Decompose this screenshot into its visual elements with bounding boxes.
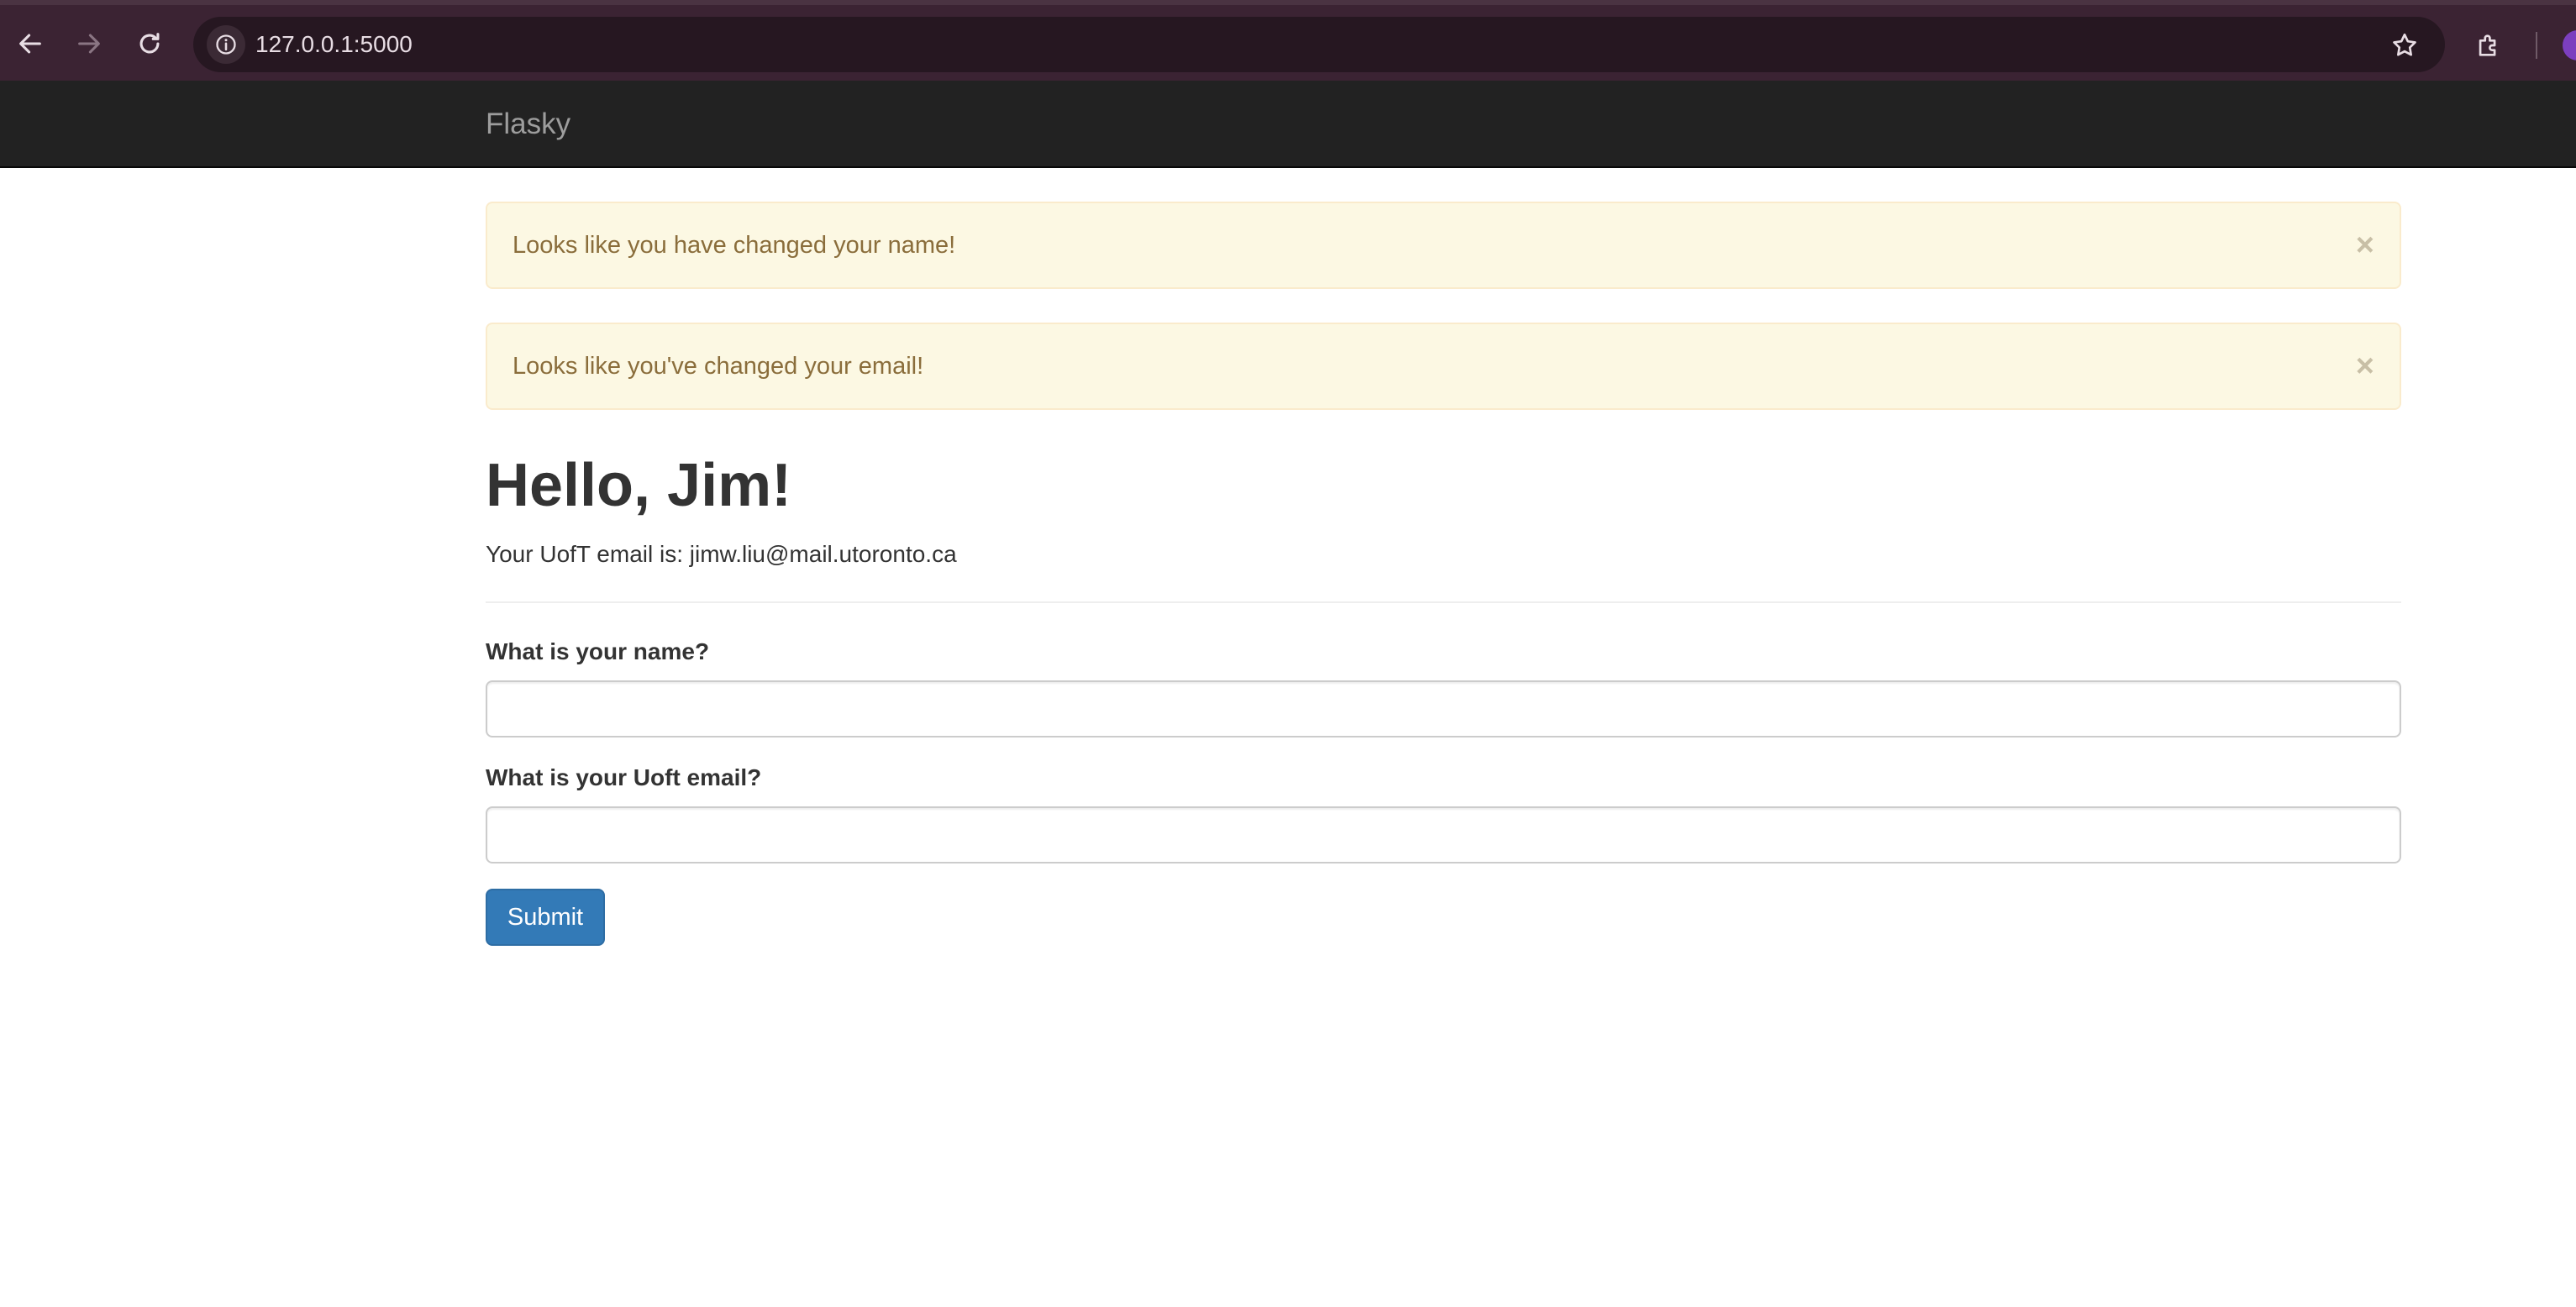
close-icon[interactable]: × <box>2356 203 2374 287</box>
forward-button[interactable] <box>69 24 109 64</box>
toolbar-divider <box>2536 32 2537 59</box>
submit-button[interactable]: Submit <box>486 889 605 946</box>
alert-message: Looks like you have changed your name! <box>513 232 956 259</box>
name-form-group: What is your name? <box>486 637 2401 737</box>
email-input[interactable] <box>486 806 2401 863</box>
arrow-left-icon <box>19 34 41 54</box>
back-button[interactable] <box>10 24 50 64</box>
email-label: What is your Uoft email? <box>486 764 762 790</box>
name-input[interactable] <box>486 680 2401 737</box>
email-display: Your UofT email is: jimw.liu@mail.utoron… <box>486 541 957 567</box>
navbar-brand[interactable]: Flasky <box>486 81 570 168</box>
name-label: What is your name? <box>486 638 710 664</box>
address-bar[interactable]: 127.0.0.1:5000 <box>193 17 2445 72</box>
reload-icon <box>139 33 160 54</box>
star-icon <box>2393 33 2416 56</box>
page-header: Hello, Jim! Your UofT email is: jimw.liu… <box>486 444 2401 603</box>
alert-warning: Looks like you've changed your email! × <box>486 323 2401 410</box>
url-text[interactable]: 127.0.0.1:5000 <box>255 17 413 72</box>
browser-toolbar: 127.0.0.1:5000 <box>0 0 2576 81</box>
email-form-group: What is your Uoft email? <box>486 763 2401 863</box>
alert-message: Looks like you've changed your email! <box>513 353 924 380</box>
bookmark-button[interactable] <box>2386 27 2423 64</box>
extensions-button[interactable] <box>2470 27 2507 64</box>
arrow-right-icon <box>78 34 100 54</box>
puzzle-icon <box>2479 34 2496 56</box>
site-info-button[interactable] <box>207 25 245 64</box>
reload-button[interactable] <box>129 24 170 64</box>
alert-warning: Looks like you have changed your name! × <box>486 202 2401 289</box>
navbar: Flasky <box>0 81 2576 168</box>
profile-avatar[interactable] <box>2563 30 2576 60</box>
info-icon <box>216 34 236 55</box>
close-icon[interactable]: × <box>2356 324 2374 408</box>
user-form: What is your name? What is your Uoft ema… <box>486 637 2401 946</box>
main-content: Looks like you have changed your name! ×… <box>486 202 2401 946</box>
page-title: Hello, Jim! <box>486 452 792 519</box>
